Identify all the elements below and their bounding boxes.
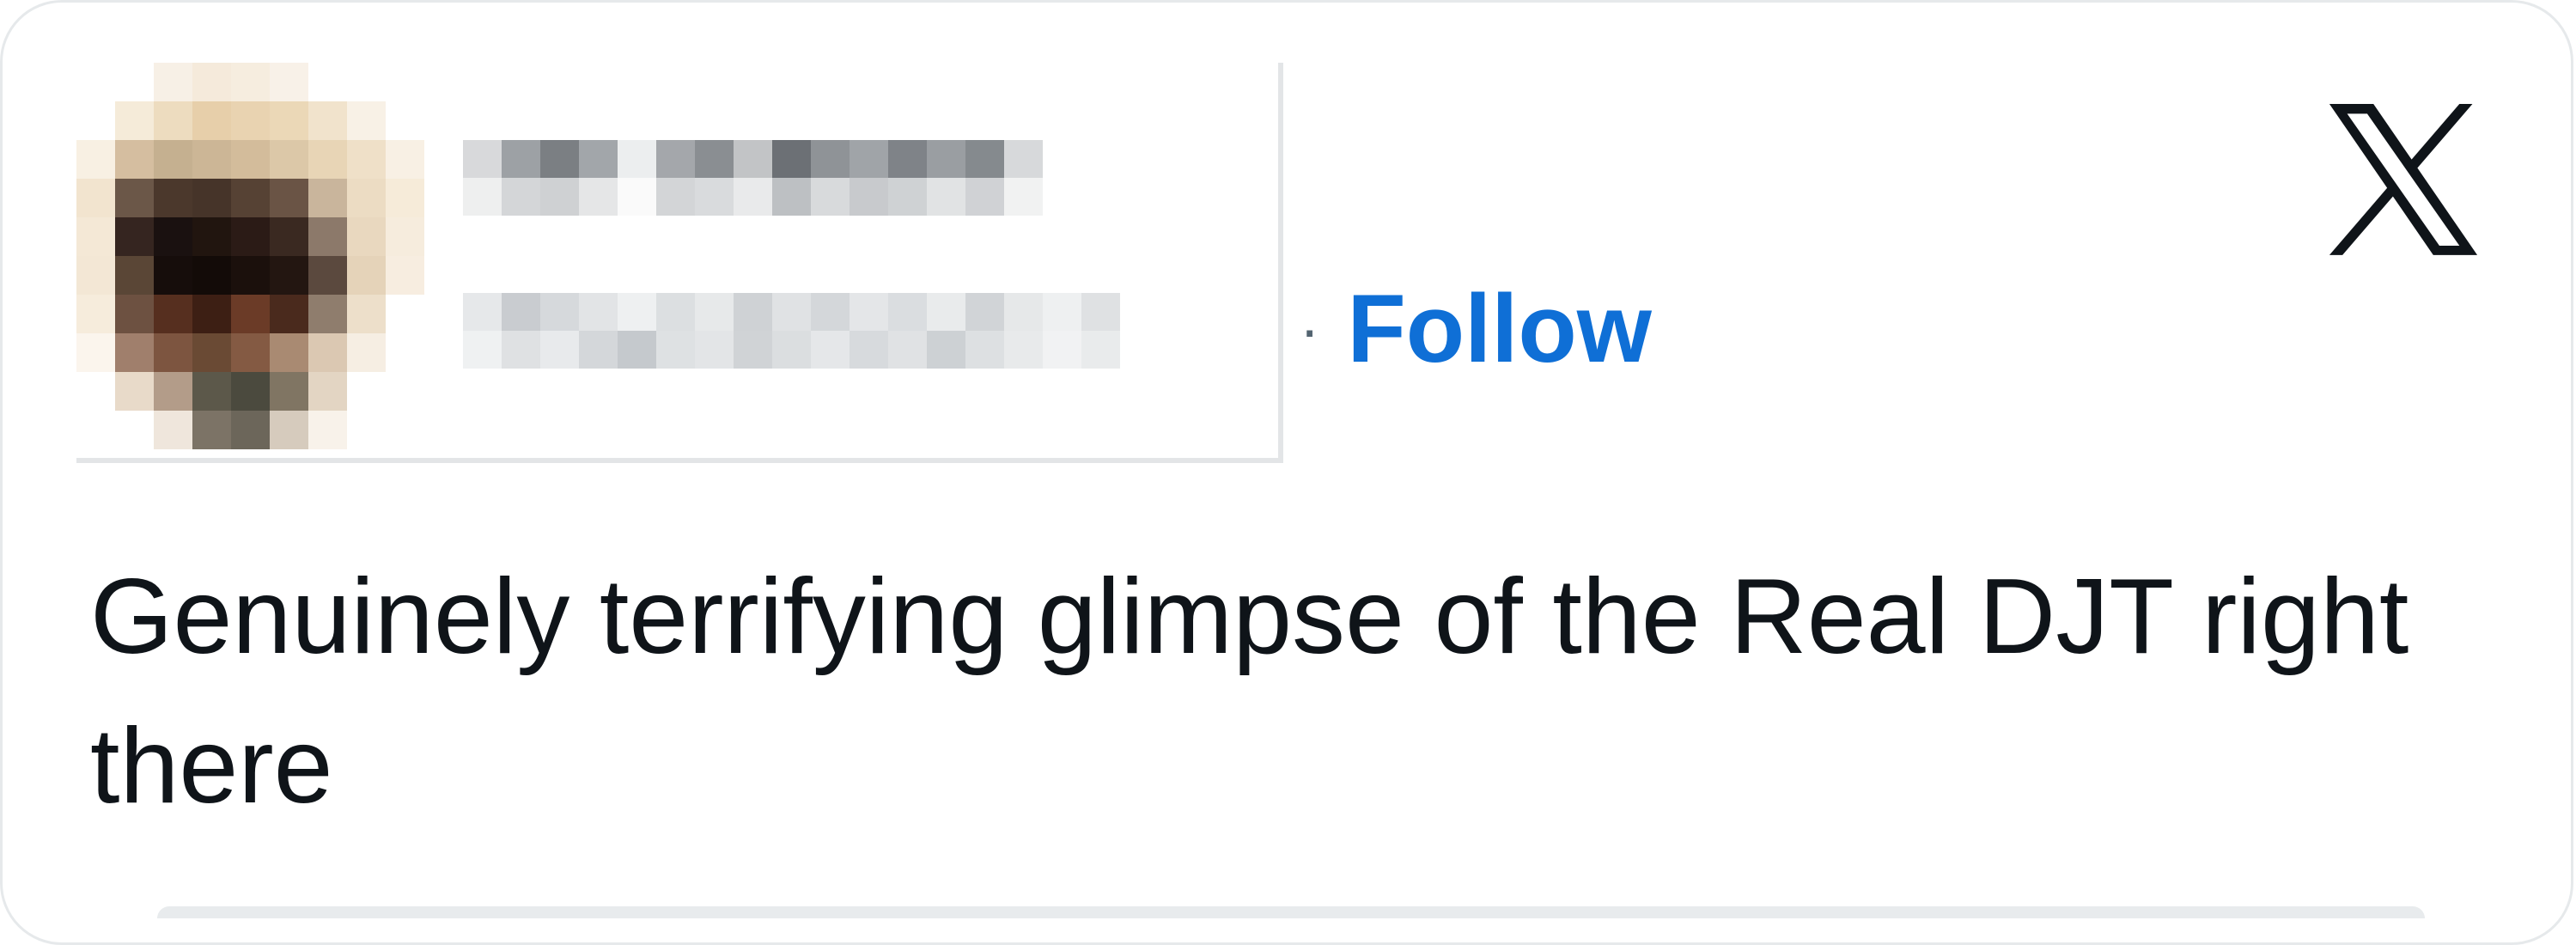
x-logo-icon[interactable]	[2322, 104, 2485, 255]
censored-author-block	[76, 63, 1283, 463]
censored-username[interactable]	[463, 293, 1120, 369]
separator-dot: ·	[1300, 296, 1320, 363]
media-card-edge	[157, 906, 2425, 918]
avatar[interactable]	[76, 63, 463, 449]
follow-button[interactable]: Follow	[1347, 281, 1652, 377]
follow-area: · Follow	[1300, 281, 1652, 377]
post-text: Genuinely terrifying glimpse of the Real…	[90, 558, 2409, 826]
censored-display-name[interactable]	[463, 140, 1043, 216]
embedded-post-card: · Follow Genuinely terrifying glimpse of…	[0, 0, 2573, 945]
